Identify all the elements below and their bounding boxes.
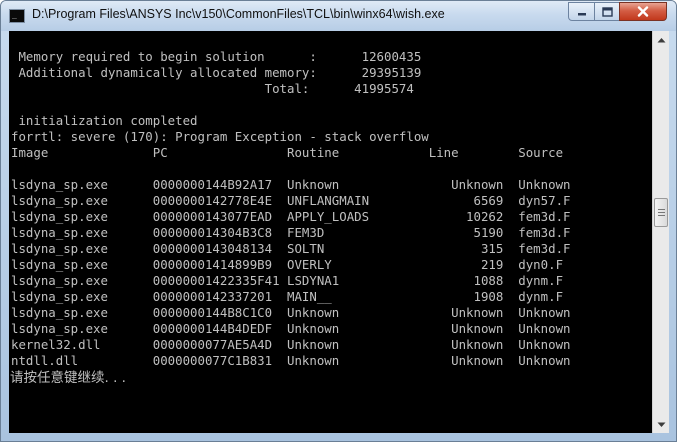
console-line: lsdyna_sp.exe 000000014304B3C8 FEM3D 519…	[11, 225, 571, 240]
console-line: lsdyna_sp.exe 0000000144B8C1C0 Unknown U…	[11, 305, 571, 320]
console-line: lsdyna_sp.exe 00000001422335F41 LSDYNA1 …	[11, 273, 564, 288]
console-line: kernel32.dll 0000000077AE5A4D Unknown Un…	[11, 337, 571, 352]
console-line: Additional dynamically allocated memory:…	[11, 65, 422, 80]
console-line: lsdyna_sp.exe 0000000143077EAD APPLY_LOA…	[11, 209, 571, 224]
console-line: lsdyna_sp.exe 0000000144B92A17 Unknown U…	[11, 177, 571, 192]
scroll-down-button[interactable]	[653, 416, 669, 433]
console-line: lsdyna_sp.exe 00000001414899B9 OVERLY 21…	[11, 257, 564, 272]
maximize-button[interactable]	[594, 2, 620, 21]
console-window: _ D:\Program Files\ANSYS Inc\v150\Common…	[0, 0, 677, 442]
scroll-up-button[interactable]	[653, 31, 669, 48]
console-line: Image PC Routine Line Source	[11, 145, 564, 160]
console-line: lsdyna_sp.exe 0000000142778E4E UNFLANGMA…	[11, 193, 571, 208]
console-line: lsdyna_sp.exe 0000000142337201 MAIN__ 19…	[11, 289, 564, 304]
console-line: initialization completed	[11, 113, 198, 128]
close-button[interactable]	[619, 2, 667, 21]
chevron-up-icon	[657, 37, 665, 42]
thumb-grip	[658, 209, 665, 210]
console-icon[interactable]: _	[9, 9, 25, 23]
close-icon	[637, 6, 649, 17]
maximize-icon	[601, 6, 613, 17]
console-line: lsdyna_sp.exe 0000000144B4DEDF Unknown U…	[11, 321, 571, 336]
console-line: Total: 41995574	[11, 81, 414, 96]
console-line: forrtl: severe (170): Program Exception …	[11, 129, 429, 144]
console-output[interactable]: Memory required to begin solution : 1260…	[9, 31, 652, 433]
console-line: Memory required to begin solution : 1260…	[11, 49, 422, 64]
window-title: D:\Program Files\ANSYS Inc\v150\CommonFi…	[32, 7, 445, 21]
vertical-scrollbar[interactable]	[652, 31, 669, 433]
scrollbar-thumb[interactable]	[654, 198, 668, 227]
chevron-down-icon	[657, 422, 665, 427]
console-line: lsdyna_sp.exe 0000000143048134 SOLTN 315…	[11, 241, 571, 256]
press-any-key-prompt: 请按任意键继续. . .	[10, 370, 126, 386]
minimize-button[interactable]	[568, 2, 595, 21]
thumb-grip	[658, 212, 665, 213]
thumb-grip	[658, 215, 665, 216]
console-line: ntdll.dll 0000000077C1B831 Unknown Unkno…	[11, 353, 571, 368]
title-bar[interactable]: _ D:\Program Files\ANSYS Inc\v150\Common…	[1, 1, 676, 31]
minimize-icon	[577, 12, 586, 15]
